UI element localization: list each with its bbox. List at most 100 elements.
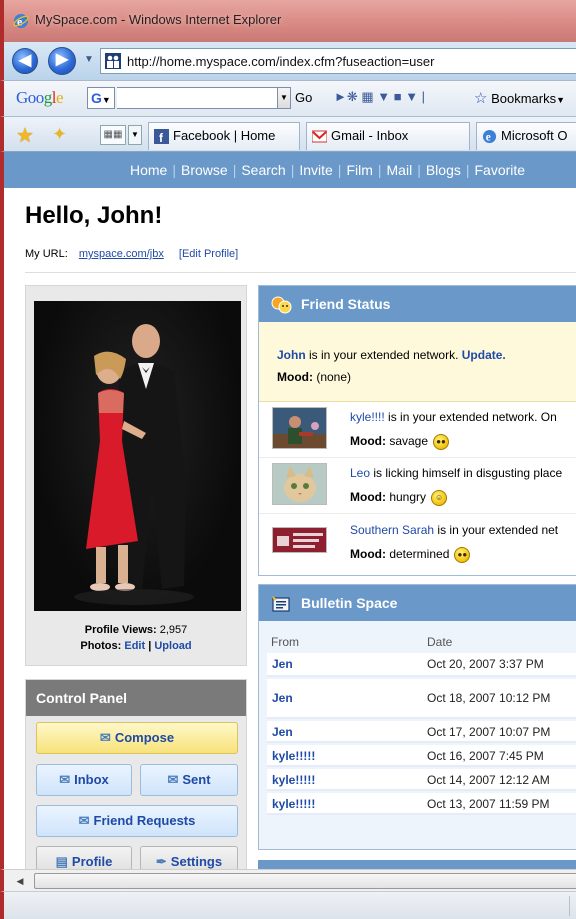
address-text: http://home.myspace.com/index.cfm?fuseac… [127, 54, 435, 69]
tab-list-icon[interactable]: ▼ [128, 125, 142, 145]
friend-name-link[interactable]: kyle!!!! [350, 410, 385, 424]
bulletin-date: Oct 16, 2007 7:45 PM [427, 749, 544, 763]
nav-separator: | [232, 162, 237, 178]
nav-home[interactable]: Home [130, 162, 167, 178]
quick-tabs-icon[interactable]: ▦▦ [100, 125, 126, 145]
bulletin-row[interactable]: Jen Oct 20, 2007 3:37 PM [267, 653, 576, 677]
bookmarks-button[interactable]: ☆ Bookmarks▼ [474, 89, 565, 107]
mood-label: Mood: [350, 490, 386, 505]
hungry-smiley-icon: ☺ [431, 490, 448, 506]
settings-label: Settings [170, 854, 223, 869]
friend-avatar[interactable] [272, 527, 327, 553]
scroll-left-icon[interactable]: ◀ [12, 873, 28, 889]
my-url-label: My URL: [25, 248, 68, 260]
window-titlebar[interactable]: e MySpace.com - Windows Internet Explore… [0, 0, 576, 42]
search-dropdown-icon[interactable]: ▼ [277, 87, 291, 109]
photos-edit-link[interactable]: Edit [124, 640, 145, 652]
window-title: MySpace.com - Windows Internet Explorer [35, 12, 282, 27]
bulletin-row[interactable]: Jen Oct 18, 2007 10:12 PM [267, 679, 576, 719]
google-toolbar: Google G▼ ▼ Go ►❋ ▦ ▼ ■ ▼ | ☆ Bookmarks▼ [0, 80, 576, 116]
google-menu-button[interactable]: G▼ [87, 87, 115, 109]
profile-icon: ▤ [55, 854, 68, 869]
nav-blogs[interactable]: Blogs [426, 162, 461, 178]
friend-status-box: Friend Status John is in your extended n… [258, 285, 576, 576]
nav-mail[interactable]: Mail [387, 162, 413, 178]
back-button[interactable]: ◀ [12, 48, 38, 74]
friend-avatar[interactable] [272, 407, 327, 449]
forward-button[interactable]: ▶ [48, 47, 76, 75]
nav-separator: | [337, 162, 342, 178]
myspace-nav: Home | Browse | Search | Invite | Film | Mail | Blog… [4, 152, 576, 188]
friend-requests-button[interactable]: ✉ Friend Requests [36, 805, 238, 837]
friend-status-row: Leo is licking himself in disgusting pla… [259, 458, 576, 514]
bulletin-from[interactable]: kyle!!!!! [272, 745, 315, 767]
friend-status-message: is in your extended network. On [384, 410, 557, 424]
profile-button[interactable]: ▤ Profile [36, 846, 132, 869]
profile-photo[interactable] [34, 301, 241, 611]
my-url-line: My URL: myspace.com/jbx [Edit Profile] [25, 248, 238, 260]
nav-invite[interactable]: Invite [299, 162, 332, 178]
bulletin-from[interactable]: Jen [272, 721, 293, 743]
settings-button[interactable]: ✒ Settings [140, 846, 238, 869]
history-dropdown-icon[interactable]: ▼ [84, 54, 94, 65]
edit-profile-link[interactable]: [Edit Profile] [179, 248, 238, 260]
add-favorite-icon[interactable]: ✦ [52, 124, 67, 145]
tab-microsoft[interactable]: e Microsoft O [476, 122, 576, 150]
bulletin-from[interactable]: Jen [272, 653, 293, 675]
bulletin-from[interactable]: kyle!!!!! [272, 793, 315, 815]
bulletin-row[interactable]: kyle!!!!! Oct 14, 2007 12:12 AM [267, 769, 576, 791]
google-logo-part: e [56, 88, 64, 107]
horizontal-scrollbar[interactable]: ◀ [0, 869, 576, 891]
nav-film[interactable]: Film [346, 162, 372, 178]
friend-name-link[interactable]: Leo [350, 466, 370, 480]
bulletin-from[interactable]: kyle!!!!! [272, 769, 315, 791]
self-status: John is in your extended network. Update… [259, 322, 576, 402]
my-url-link[interactable]: myspace.com/jbx [79, 248, 164, 260]
self-mood: (none) [316, 370, 352, 384]
bulletin-row[interactable]: kyle!!!!! Oct 16, 2007 7:45 PM [267, 745, 576, 767]
tab-facebook[interactable]: f Facebook | Home [148, 122, 300, 150]
savage-smiley-icon: ●● [433, 434, 450, 450]
update-status-link[interactable]: Update. [462, 348, 506, 362]
tab-gmail[interactable]: Gmail - Inbox [306, 122, 470, 150]
mood-label: Mood: [350, 434, 386, 449]
mood-value: determined [389, 547, 450, 562]
control-panel-title: Control Panel [26, 680, 246, 716]
friend-status-title: Friend Status [301, 296, 391, 312]
sent-button[interactable]: ✉ Sent [140, 764, 238, 796]
photos-upload-link[interactable]: Upload [154, 640, 191, 652]
friend-avatar[interactable] [272, 463, 327, 505]
nav-favorites[interactable]: Favorite [475, 162, 526, 178]
google-logo-part: g [43, 88, 53, 107]
friend-status-text: Southern Sarah is in your extended net [350, 523, 558, 537]
inbox-button[interactable]: ✉ Inbox [36, 764, 132, 796]
compose-button[interactable]: ✉ Compose [36, 722, 238, 754]
dropdown-arrow-icon: ▼ [556, 95, 566, 105]
bulletin-date: Oct 18, 2007 10:12 PM [427, 691, 551, 705]
bulletin-row[interactable]: kyle!!!!! Oct 13, 2007 11:59 PM [267, 793, 576, 815]
nav-separator: | [465, 162, 470, 178]
column-header-from[interactable]: From [271, 635, 299, 649]
friend-status-header: Friend Status [259, 286, 576, 322]
friend-status-text: Leo is licking himself in disgusting pla… [350, 466, 562, 480]
address-field[interactable]: http://home.myspace.com/index.cfm?fuseac… [100, 48, 576, 74]
scrollbar-thumb[interactable] [34, 873, 576, 889]
bulletin-row[interactable]: Jen Oct 17, 2007 10:07 PM [267, 721, 576, 743]
nav-search[interactable]: Search [241, 162, 285, 178]
friend-name-link[interactable]: Southern Sarah [350, 523, 434, 537]
self-name-link[interactable]: John [277, 348, 306, 362]
google-logo[interactable]: Google [16, 88, 64, 108]
nav-browse[interactable]: Browse [181, 162, 228, 178]
gmail-icon [312, 130, 327, 143]
compose-label: Compose [114, 730, 175, 745]
page-content: Home | Browse | Search | Invite | Film | Mail | Blog… [0, 152, 576, 869]
go-button[interactable]: Go [295, 90, 312, 105]
column-header-date[interactable]: Date [427, 635, 452, 649]
bulletin-from[interactable]: Jen [272, 679, 293, 717]
cat-avatar-icon [273, 464, 326, 504]
google-search-input[interactable] [117, 87, 277, 109]
bulletin-date: Oct 20, 2007 3:37 PM [427, 657, 544, 671]
toolbar-tools-icon[interactable]: ►❋ ▦ ▼ ■ ▼ | [334, 89, 425, 105]
favorites-center-icon[interactable]: ★ [16, 123, 34, 148]
google-g-label: G [91, 90, 102, 106]
